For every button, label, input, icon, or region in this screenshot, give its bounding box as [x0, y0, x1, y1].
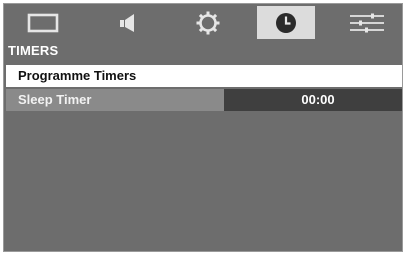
tab-timers[interactable]	[257, 6, 315, 39]
tab-options[interactable]	[338, 6, 396, 39]
options-icon	[350, 13, 384, 32]
sound-icon	[120, 13, 134, 32]
tab-sound[interactable]	[99, 6, 157, 39]
clock-icon	[276, 12, 296, 33]
sleep-timer-value-field[interactable]: 00:00	[224, 89, 402, 111]
tab-settings[interactable]	[179, 6, 237, 39]
picture-icon	[27, 13, 59, 32]
tab-picture[interactable]	[14, 6, 72, 39]
menu-item-label: Programme Timers	[18, 68, 137, 83]
menu-item-programme-timers[interactable]: Programme Timers	[6, 65, 402, 87]
tv-menu-screen: TIMERS Programme Timers Sleep Timer 00:0…	[3, 3, 403, 252]
menu-item-label: Sleep Timer	[18, 92, 92, 107]
settings-icon	[196, 11, 220, 34]
section-title: TIMERS	[8, 43, 59, 58]
sleep-timer-value: 00:00	[301, 92, 335, 107]
menu-tab-bar	[4, 4, 402, 42]
menu-item-sleep-timer[interactable]: Sleep Timer 00:00	[6, 89, 402, 111]
